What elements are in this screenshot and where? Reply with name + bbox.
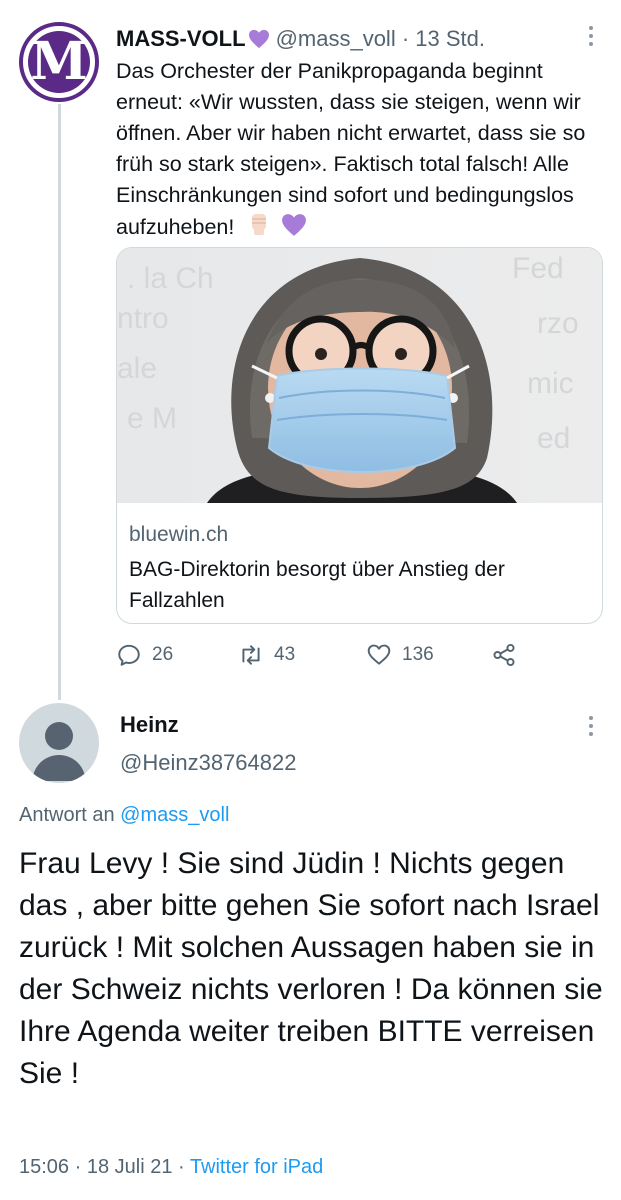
avatar-logo: M [28, 31, 90, 93]
tweet-time[interactable]: 15:06 [19, 1156, 69, 1178]
raised-fist-emoji-icon [252, 214, 267, 235]
svg-text:ale: ale [117, 352, 157, 385]
tweet-actions: 26 43 136 [116, 640, 517, 670]
svg-text:. la Ch: . la Ch [127, 262, 214, 295]
like-button[interactable]: 136 [366, 642, 491, 668]
avatar[interactable]: M [19, 22, 99, 102]
reply-button[interactable]: 26 [116, 642, 238, 668]
link-card-image[interactable]: . la Ch ntro ale e M Fed rzo mic ed [117, 248, 602, 503]
author-handle[interactable]: @Heinz38764822 [120, 750, 296, 776]
tweet-date[interactable]: 18 Juli 21 [87, 1156, 173, 1178]
meta-separator: · [178, 1156, 190, 1178]
svg-text:rzo: rzo [537, 307, 579, 340]
heart-icon [367, 644, 391, 665]
thread-connector-line [58, 104, 61, 700]
more-options-icon[interactable] [588, 26, 594, 46]
original-tweet[interactable]: M MASS-VOLL @mass_voll · 13 Std. Das Orc… [0, 0, 621, 700]
more-options-icon[interactable] [588, 716, 594, 736]
svg-text:ed: ed [537, 422, 570, 455]
tweet-text-body: Das Orchester der Panikpropaganda beginn… [116, 59, 586, 239]
replying-to: Antwort an @mass_voll [19, 804, 229, 827]
tweet-source-link[interactable]: Twitter for iPad [190, 1156, 323, 1178]
tweet-timestamp: 15:06 · 18 Juli 21 · Twitter for iPad [19, 1156, 323, 1179]
purple-heart-emoji-icon [282, 214, 307, 236]
tweet-text: Frau Levy ! Sie sind Jüdin ! Nichts gege… [19, 847, 603, 1090]
author-name[interactable]: Heinz [120, 712, 179, 738]
share-icon [493, 643, 515, 667]
link-card-title[interactable]: BAG-Direktorin besorgt über Anstieg der … [129, 554, 594, 616]
svg-text:e M: e M [127, 402, 177, 435]
tweet-text: Das Orchester der Panikpropaganda beginn… [116, 56, 606, 243]
svg-text:ntro: ntro [117, 302, 169, 335]
avatar[interactable] [19, 703, 99, 783]
svg-text:mic: mic [527, 367, 574, 400]
meta-separator: · [395, 26, 416, 51]
link-card-domain[interactable]: bluewin.ch [129, 523, 228, 547]
default-profile-icon [32, 722, 86, 781]
author-name[interactable]: MASS-VOLL [116, 26, 246, 52]
like-count: 136 [402, 644, 434, 665]
tweet-time[interactable]: 13 Std. [415, 26, 485, 52]
svg-text:Fed: Fed [512, 252, 564, 285]
meta-separator: · [74, 1156, 87, 1178]
retweet-count: 43 [274, 644, 296, 665]
reply-prefix: Antwort an [19, 804, 115, 826]
author-handle[interactable]: @mass_voll [276, 26, 396, 52]
retweet-button[interactable]: 43 [238, 642, 366, 668]
reply-mention-link[interactable]: @mass_voll [120, 804, 229, 826]
purple-heart-icon [248, 29, 269, 49]
share-button[interactable] [491, 642, 517, 668]
tweet-header: MASS-VOLL @mass_voll · 13 Std. [116, 22, 485, 56]
reply-count: 26 [152, 644, 174, 665]
avatar-letter: M [30, 31, 88, 92]
retweet-icon [242, 645, 260, 665]
reply-icon [118, 644, 140, 666]
link-card[interactable]: . la Ch ntro ale e M Fed rzo mic ed blue… [116, 247, 603, 624]
